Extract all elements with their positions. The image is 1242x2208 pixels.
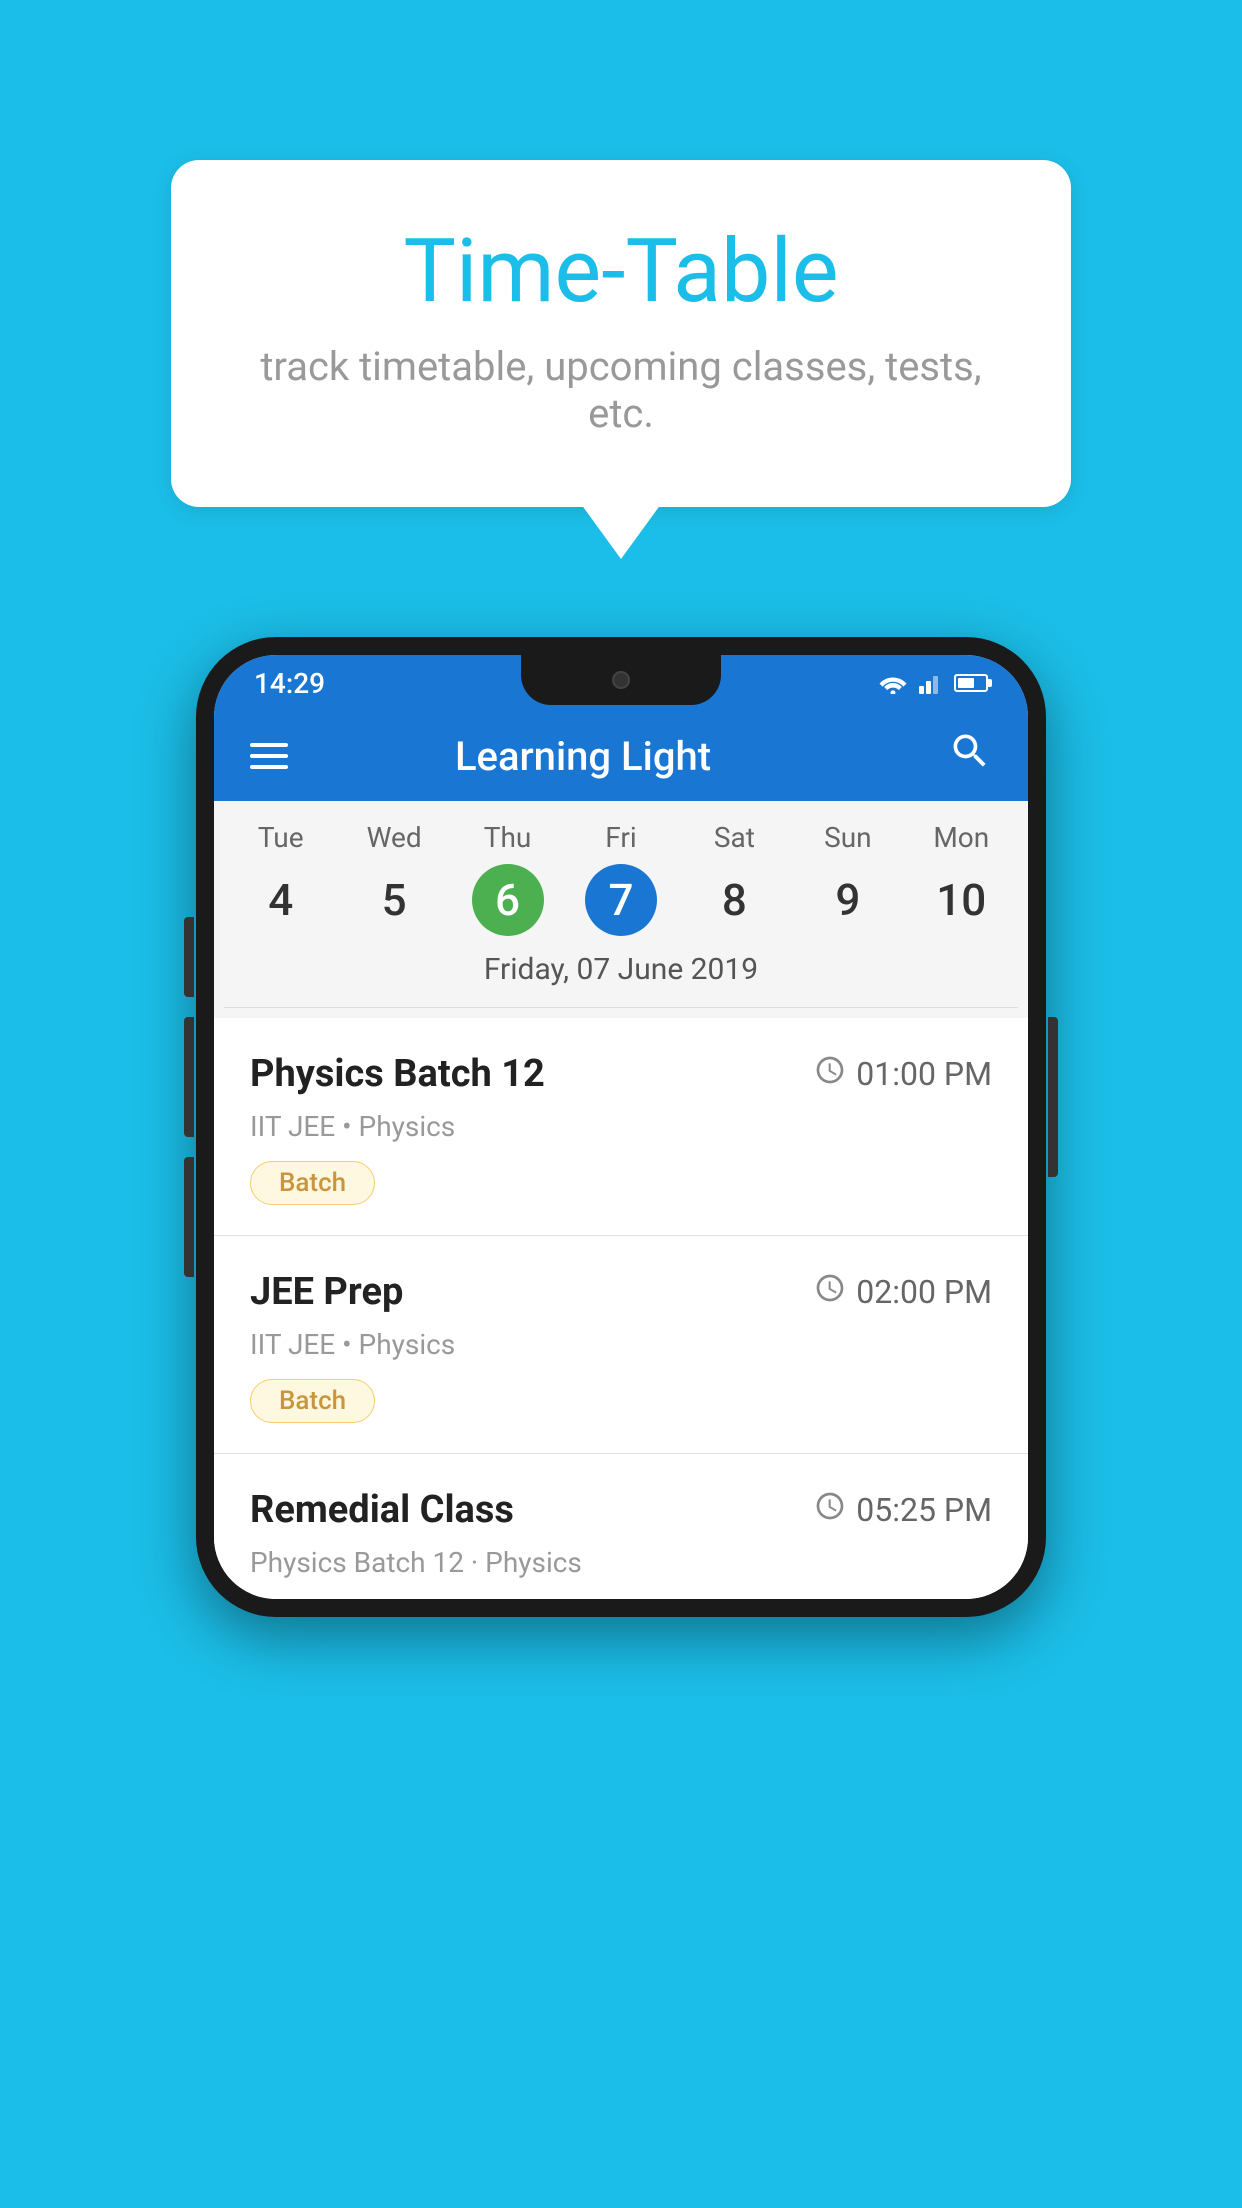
selected-date-label: Friday, 07 June 2019 — [224, 936, 1018, 1008]
day-label-sun: Sun — [791, 821, 904, 854]
calendar-day-10[interactable]: 10 — [905, 864, 1018, 936]
calendar-day-9[interactable]: 9 — [791, 864, 904, 936]
schedule-meta-2: IIT JEE • Physics — [250, 1328, 992, 1361]
schedule-title-3: Remedial Class — [250, 1488, 514, 1532]
calendar-day-5[interactable]: 5 — [337, 864, 450, 936]
bubble-title: Time-Table — [251, 220, 991, 323]
calendar-day-6-today[interactable]: 6 — [472, 864, 544, 936]
calendar-day-4[interactable]: 4 — [224, 864, 337, 936]
camera-dot — [612, 671, 630, 689]
day-label-fri: Fri — [564, 821, 677, 854]
day-label-sat: Sat — [678, 821, 791, 854]
battery-icon — [954, 674, 988, 692]
day-label-wed: Wed — [337, 821, 450, 854]
bubble-subtitle: track timetable, upcoming classes, tests… — [251, 343, 991, 437]
schedule-time-1: 01:00 PM — [814, 1054, 992, 1094]
phone-button-left3 — [184, 1157, 194, 1277]
hamburger-menu-icon[interactable] — [250, 743, 288, 769]
search-icon[interactable] — [948, 729, 992, 784]
status-icons — [878, 672, 988, 694]
schedule-time-2: 02:00 PM — [814, 1272, 992, 1312]
schedule-title-2: JEE Prep — [250, 1270, 403, 1314]
day-labels: Tue Wed Thu Fri Sat Sun Mon — [224, 821, 1018, 854]
schedule-item-1-header: Physics Batch 12 01:00 PM — [250, 1052, 992, 1096]
schedule-item-3-header: Remedial Class 05:25 PM — [250, 1488, 992, 1532]
clock-icon-1 — [814, 1054, 846, 1094]
schedule-time-3: 05:25 PM — [814, 1490, 992, 1530]
app-bar-title: Learning Light — [318, 733, 848, 780]
signal-icon — [918, 672, 944, 694]
clock-icon-3 — [814, 1490, 846, 1530]
schedule-time-text-3: 05:25 PM — [856, 1491, 992, 1529]
batch-tag-1: Batch — [250, 1161, 375, 1205]
day-label-thu: Thu — [451, 821, 564, 854]
wifi-icon — [878, 672, 908, 694]
schedule-item-2[interactable]: JEE Prep 02:00 PM IIT JEE • Physics Batc… — [214, 1236, 1028, 1454]
speech-bubble: Time-Table track timetable, upcoming cla… — [171, 160, 1071, 507]
phone-outer: 14:29 — [196, 637, 1046, 1617]
batch-tag-2: Batch — [250, 1379, 375, 1423]
schedule-item-2-header: JEE Prep 02:00 PM — [250, 1270, 992, 1314]
phone-notch — [521, 655, 721, 705]
schedule-item-1[interactable]: Physics Batch 12 01:00 PM IIT JEE • Phys… — [214, 1018, 1028, 1236]
day-numbers: 4 5 6 7 8 9 10 — [224, 864, 1018, 936]
status-time: 14:29 — [254, 667, 325, 700]
schedule-time-text-2: 02:00 PM — [856, 1273, 992, 1311]
day-label-mon: Mon — [905, 821, 1018, 854]
schedule-title-1: Physics Batch 12 — [250, 1052, 545, 1096]
clock-icon-2 — [814, 1272, 846, 1312]
app-bar: Learning Light — [214, 711, 1028, 801]
calendar-week: Tue Wed Thu Fri Sat Sun Mon 4 5 6 7 8 9 … — [214, 801, 1028, 1018]
day-label-tue: Tue — [224, 821, 337, 854]
phone-button-left1 — [184, 917, 194, 997]
phone-button-left2 — [184, 1017, 194, 1137]
calendar-day-8[interactable]: 8 — [678, 864, 791, 936]
schedule-list: Physics Batch 12 01:00 PM IIT JEE • Phys… — [214, 1018, 1028, 1599]
phone-screen: 14:29 — [214, 655, 1028, 1599]
phone-mockup: 14:29 — [196, 637, 1046, 1617]
calendar-day-7-selected[interactable]: 7 — [585, 864, 657, 936]
speech-bubble-container: Time-Table track timetable, upcoming cla… — [171, 160, 1071, 507]
schedule-item-3[interactable]: Remedial Class 05:25 PM Physics Batch 12… — [214, 1454, 1028, 1599]
schedule-meta-3: Physics Batch 12 · Physics — [250, 1546, 992, 1579]
schedule-time-text-1: 01:00 PM — [856, 1055, 992, 1093]
phone-button-right — [1048, 1017, 1058, 1177]
schedule-meta-1: IIT JEE • Physics — [250, 1110, 992, 1143]
